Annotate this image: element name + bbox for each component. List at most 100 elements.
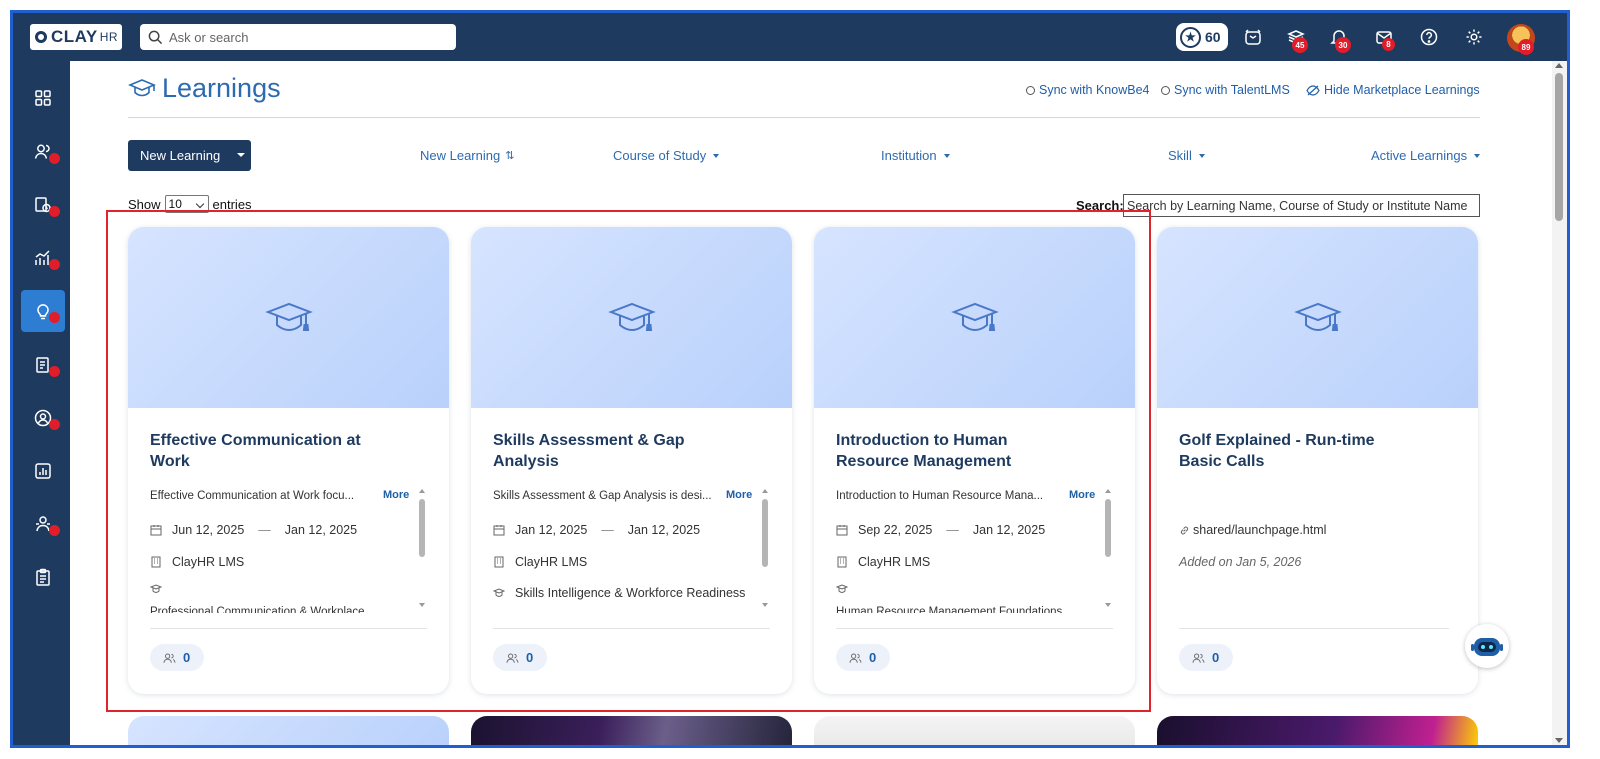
end-date: Jan 12, 2025 [972,523,1046,537]
sync-radio-icon [1026,85,1035,95]
card-scrollbar[interactable] [1104,489,1112,613]
sync-talentlms-label: Sync with TalentLMS [1174,83,1290,97]
card-thumbnail [814,227,1135,408]
card-course: Skills Intelligence & Workforce Readines… [493,586,745,600]
sidebar-item-reports[interactable] [21,450,65,492]
card-institution: ClayHR LMS [493,555,587,569]
launch-link-text: shared/launchpage.html [1193,523,1327,537]
card-scrollbar[interactable] [761,489,769,613]
added-date: Added on Jan 5, 2026 [1179,555,1302,569]
card-divider [150,628,427,629]
users-icon [506,653,519,663]
sidebar-item-tasks[interactable] [21,556,65,598]
sync-talentlms-link[interactable]: Sync with TalentLMS [1161,83,1290,97]
card-title[interactable]: Introduction to Human Resource Managemen… [836,430,1076,472]
chevron-down-icon [713,153,720,158]
scroll-up-icon[interactable] [1555,63,1563,68]
global-search[interactable] [140,24,456,50]
enrolled-count[interactable]: 0 [1179,644,1233,671]
start-date: Sep 22, 2025 [858,523,933,537]
bell-icon[interactable]: 30 [1329,27,1351,53]
sidebar-item-documents[interactable] [21,344,65,386]
course-name: Skills Intelligence & Workforce Readines… [515,586,746,600]
table-search-label: Search: [1076,198,1124,213]
card-scrollbar[interactable] [418,489,426,613]
sidebar-item-people[interactable] [21,131,65,173]
card-divider [493,628,770,629]
card-launch-link[interactable]: shared/launchpage.html [1179,523,1326,537]
points-badge[interactable]: ★ 60 [1176,23,1228,51]
learning-card-next[interactable] [814,716,1135,745]
sidebar-item-learnings[interactable] [21,290,65,332]
building-icon [151,556,161,568]
card-divider [1179,628,1449,629]
sort-icon: ⇅ [505,150,515,162]
table-search-input[interactable] [1123,194,1480,217]
points-value: 60 [1205,29,1221,45]
learning-card[interactable]: Skills Assessment & Gap Analysis Skills … [471,227,792,694]
learning-card-next[interactable] [1157,716,1478,745]
hide-marketplace-link[interactable]: Hide Marketplace Learnings [1306,83,1480,97]
calendar-icon [150,525,162,536]
eye-off-icon [1306,84,1320,96]
notification-badge: 30 [1335,37,1351,53]
sidebar-item-dashboard[interactable] [21,77,65,119]
users-icon [849,653,862,663]
new-learning-button[interactable]: New Learning [128,140,251,171]
filter-course-of-study[interactable]: Course of Study [613,148,720,163]
card-course [150,583,172,595]
start-date: Jan 12, 2025 [515,523,588,537]
sidebar-item-profile[interactable] [21,397,65,439]
learning-card-next[interactable] [128,716,449,745]
notification-dot [49,153,60,164]
clayhr-logo[interactable]: CLAY HR [30,24,122,50]
institution-name: ClayHR LMS [172,555,245,569]
count-value: 0 [1212,650,1220,665]
filter-skill[interactable]: Skill [1168,148,1205,163]
filter-institution[interactable]: Institution [881,148,950,163]
enrolled-count[interactable]: 0 [836,644,890,671]
sidebar-item-time[interactable] [21,184,65,226]
learning-card[interactable]: Introduction to Human Resource Managemen… [814,227,1135,694]
chevron-down-icon[interactable] [237,153,245,157]
learning-stack-icon[interactable]: 45 [1286,27,1308,53]
sync-knowbe4-link[interactable]: Sync with KnowBe4 [1026,83,1149,97]
end-date: Jan 12, 2025 [627,523,701,537]
building-icon [494,556,504,568]
card-divider [836,628,1113,629]
learning-card-next[interactable] [471,716,792,745]
logo-text: CLAY [51,27,98,46]
sidebar-item-performance[interactable] [21,237,65,279]
filter-active-learnings[interactable]: Active Learnings [1371,148,1481,163]
learning-card[interactable]: Effective Communication at Work Effectiv… [128,227,449,694]
logo-mark-icon [35,31,47,43]
enrolled-count[interactable]: 0 [493,644,547,671]
more-link[interactable]: More [383,489,409,501]
scroll-down-icon[interactable] [1555,738,1563,743]
card-dates: Sep 22, 2025— Jan 12, 2025 [836,523,1045,537]
help-icon[interactable] [1419,27,1441,49]
page-scrollbar[interactable] [1552,61,1567,745]
entries-select[interactable]: 10 [164,195,209,213]
more-link[interactable]: More [1069,489,1095,501]
card-title[interactable]: Golf Explained - Run-time Basic Calls [1179,430,1419,472]
count-value: 0 [869,650,877,665]
scroll-thumb[interactable] [1555,73,1563,221]
timer-icon[interactable] [1243,27,1265,49]
building-icon [837,556,847,568]
entries-label: entries [212,196,252,212]
more-link[interactable]: More [726,489,752,501]
users-icon [163,653,176,663]
show-entries: Show 10 entries [128,195,252,213]
mail-icon[interactable]: 8 [1374,27,1396,51]
sort-new-learning[interactable]: New Learning ⇅ [420,148,514,163]
settings-gear-icon[interactable] [1464,27,1486,49]
card-title[interactable]: Effective Communication at Work [150,430,390,472]
card-title[interactable]: Skills Assessment & Gap Analysis [493,430,733,472]
global-search-input[interactable] [169,29,439,45]
chatbot-button[interactable] [1465,624,1509,668]
user-avatar[interactable]: 89 [1507,24,1535,55]
enrolled-count[interactable]: 0 [150,644,204,671]
sidebar-item-hiring[interactable] [21,503,65,545]
learning-card[interactable]: Golf Explained - Run-time Basic Calls sh… [1157,227,1478,694]
